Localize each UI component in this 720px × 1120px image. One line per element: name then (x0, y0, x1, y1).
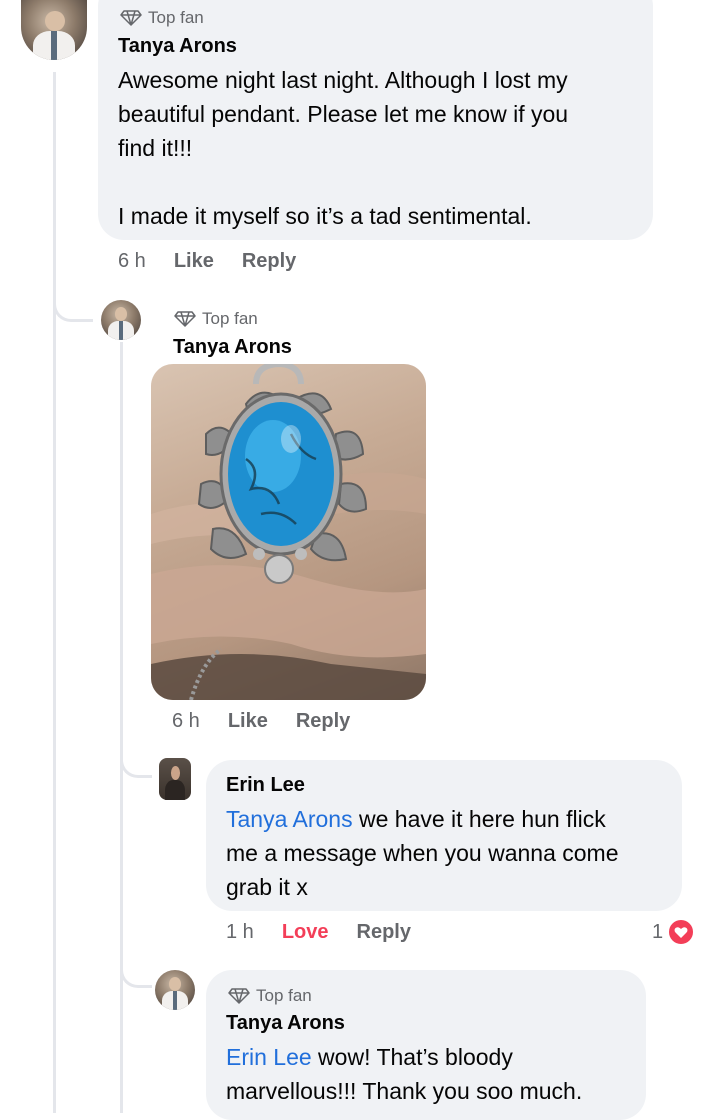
text-line (118, 165, 638, 199)
comment-actions: 6 h Like Reply (172, 710, 378, 733)
top-fan-badge: Top fan (174, 309, 258, 329)
love-button[interactable]: Love (282, 921, 329, 944)
reaction-summary[interactable]: 1 (652, 918, 696, 946)
mention-link[interactable]: Tanya Arons (226, 806, 353, 832)
diamond-icon (174, 311, 196, 327)
avatar[interactable] (101, 300, 141, 340)
like-button[interactable]: Like (228, 710, 268, 733)
top-fan-badge: Top fan (120, 8, 204, 28)
badge-label: Top fan (202, 309, 258, 328)
reply-button[interactable]: Reply (296, 710, 350, 733)
thread-elbow-reply-2 (120, 720, 152, 778)
avatar[interactable] (159, 758, 191, 800)
text-line: beautiful pendant. Please let me know if… (118, 101, 569, 127)
comment-actions: 1 h Love Reply (226, 921, 439, 944)
top-fan-badge: Top fan (228, 986, 312, 1006)
text-line: find it!!! (118, 135, 193, 161)
comment-author[interactable]: Tanya Arons (226, 1012, 345, 1035)
badge-label: Top fan (148, 8, 204, 27)
comment-actions: 6 h Like Reply (118, 250, 324, 273)
reply-button[interactable]: Reply (357, 921, 411, 944)
thread-line-main (53, 72, 56, 1113)
pendant-photo (151, 364, 426, 700)
text-fragment: wow! That’s bloody (311, 1044, 513, 1070)
text-line: marvellous!!! Thank you soo much. (226, 1078, 583, 1104)
text-line: Tanya Arons we have it here hun flick (226, 802, 666, 836)
text-line: grab it x (226, 874, 308, 900)
thread-elbow-reply-3 (120, 930, 152, 988)
avatar[interactable] (155, 970, 195, 1010)
comment-time: 1 h (226, 921, 254, 943)
text-fragment: we have it here hun flick (352, 806, 606, 832)
comment-text: Awesome night last night. Although I los… (118, 63, 638, 233)
comment-time: 6 h (172, 710, 200, 732)
comment-text: Erin Lee wow! That’s bloody marvellous!!… (226, 1040, 636, 1108)
heart-icon (667, 918, 696, 946)
text-line: I made it myself so it’s a tad sentiment… (118, 203, 532, 229)
mention-link[interactable]: Erin Lee (226, 1044, 312, 1070)
reply-button[interactable]: Reply (242, 250, 296, 273)
text-line: me a message when you wanna come (226, 840, 619, 866)
reaction-count: 1 (652, 920, 664, 943)
comment-time: 6 h (118, 250, 146, 272)
like-button[interactable]: Like (174, 250, 214, 273)
diamond-icon (228, 988, 250, 1004)
comment-author[interactable]: Erin Lee (226, 774, 305, 797)
comment-photo[interactable] (151, 364, 426, 700)
comment-author[interactable]: Tanya Arons (118, 35, 237, 58)
badge-label: Top fan (256, 986, 312, 1005)
text-line: Awesome night last night. Although I los… (118, 67, 568, 93)
comment-author[interactable]: Tanya Arons (173, 336, 292, 359)
text-line: Erin Lee wow! That’s bloody (226, 1040, 636, 1074)
avatar[interactable] (21, 0, 87, 60)
comment-text: Tanya Arons we have it here hun flick me… (226, 802, 666, 904)
diamond-icon (120, 10, 142, 26)
thread-elbow-reply-1 (53, 262, 93, 322)
